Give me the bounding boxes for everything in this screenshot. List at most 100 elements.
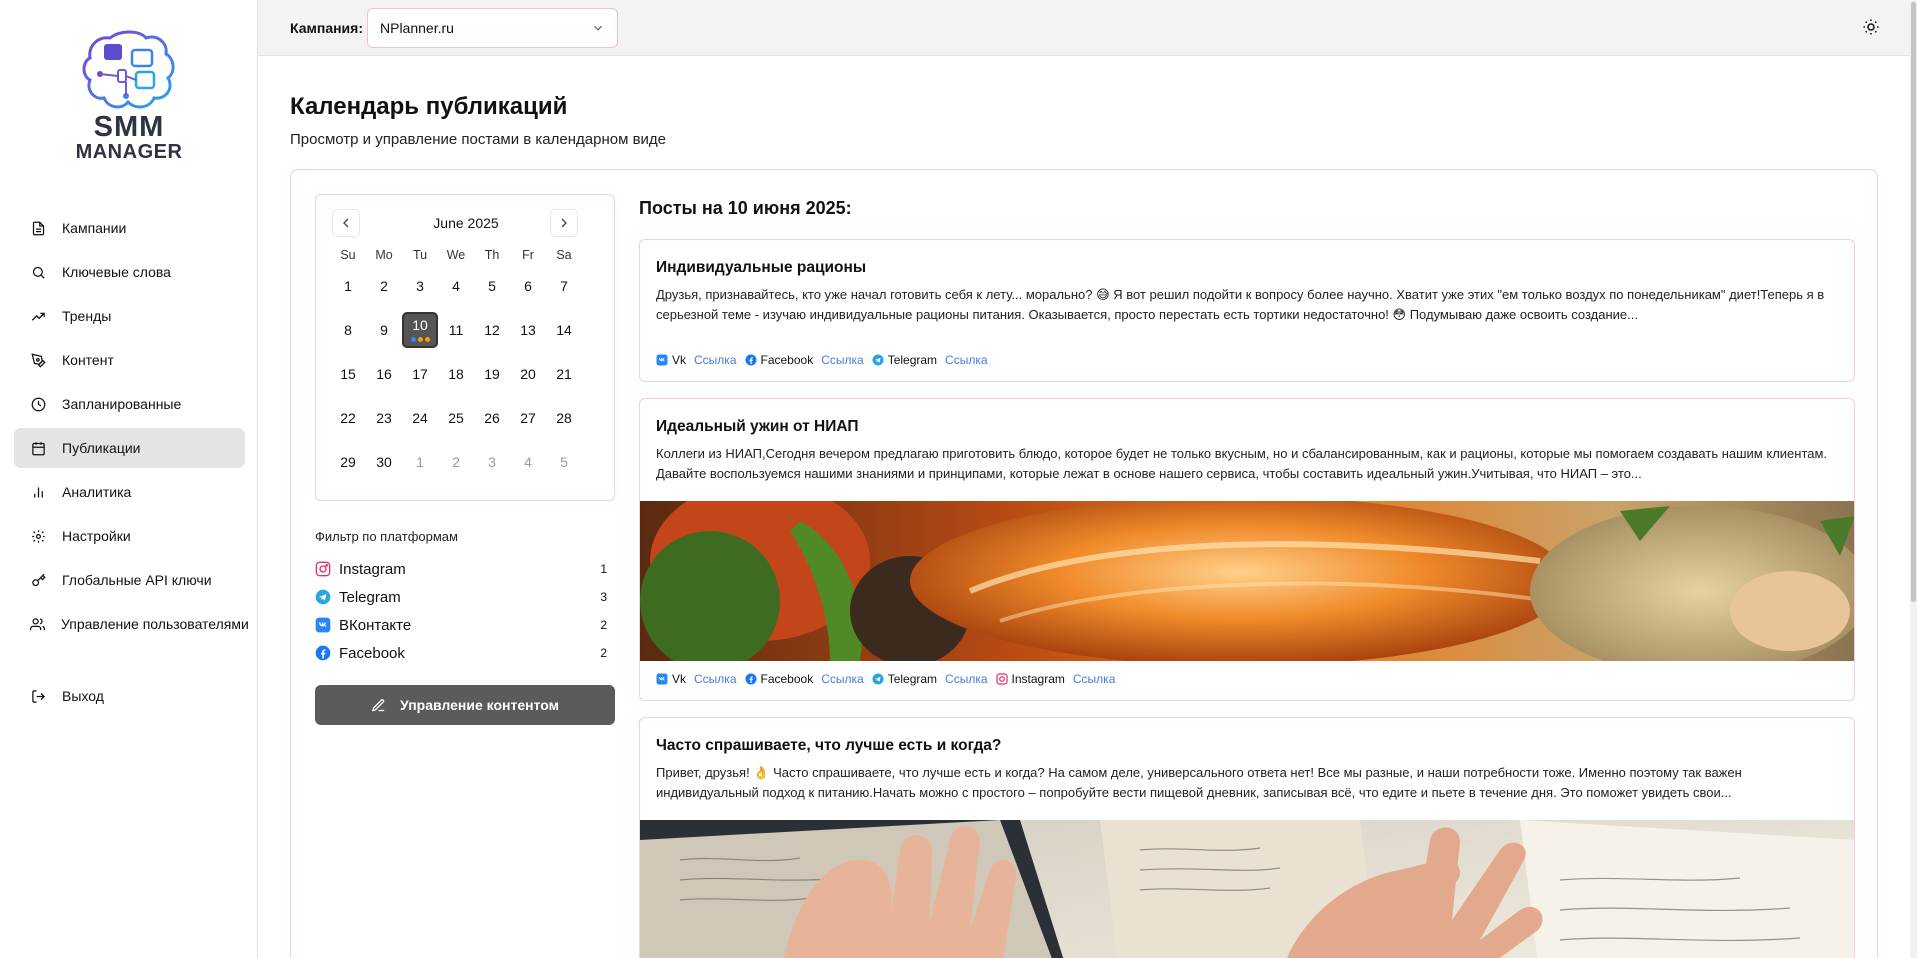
calendar-day-number: 16 xyxy=(376,366,392,382)
sidebar-item-api-keys[interactable]: Глобальные API ключи xyxy=(14,560,245,600)
calendar-day[interactable]: 5 xyxy=(546,444,582,480)
post-link-anchor[interactable]: Ссылка xyxy=(945,353,987,367)
calendar-day[interactable]: 16 xyxy=(366,356,402,392)
calendar-day[interactable]: 3 xyxy=(474,444,510,480)
logout-area: Выход xyxy=(14,676,245,720)
calendar-day[interactable]: 17 xyxy=(402,356,438,392)
app-logo[interactable]: SMM MANAGER xyxy=(62,30,196,170)
facebook-icon xyxy=(745,673,757,685)
campaign-select[interactable]: NPlanner.ru xyxy=(367,8,618,48)
calendar-day[interactable]: 24 xyxy=(402,400,438,436)
post-link-anchor[interactable]: Ссылка xyxy=(821,672,863,686)
calendar-day[interactable]: 9 xyxy=(366,312,402,348)
platform-name: Instagram xyxy=(339,560,406,578)
calendar-day[interactable]: 19 xyxy=(474,356,510,392)
calendar-day[interactable]: 30 xyxy=(366,444,402,480)
weekday-header: Mo xyxy=(375,248,393,262)
calendar-day[interactable]: 2 xyxy=(438,444,474,480)
calendar-day[interactable]: 6 xyxy=(510,268,546,304)
file-text-icon xyxy=(30,220,46,236)
filter-telegram[interactable]: Telegram 3 xyxy=(315,583,615,611)
calendar-day[interactable]: 11 xyxy=(438,312,474,348)
manage-content-button[interactable]: Управление контентом xyxy=(315,685,615,725)
post-link-anchor[interactable]: Ссылка xyxy=(694,672,736,686)
calendar-day[interactable]: 15 xyxy=(330,356,366,392)
users-icon xyxy=(30,616,45,632)
post-link-platform: Facebook xyxy=(760,353,814,367)
calendar-day[interactable]: 2 xyxy=(366,268,402,304)
calendar-day-number: 2 xyxy=(452,454,460,470)
calendar-day-selected[interactable]: 10 xyxy=(402,312,438,348)
calendar-day[interactable]: 25 xyxy=(438,400,474,436)
logout-button[interactable]: Выход xyxy=(14,676,245,716)
post-link-platform: Telegram xyxy=(887,353,938,367)
post-link-telegram: Telegram Ссылка xyxy=(872,672,988,686)
sidebar-item-content[interactable]: Контент xyxy=(14,340,245,380)
post-card[interactable]: Идеальный ужин от НИАП Коллеги из НИАП,С… xyxy=(639,398,1855,701)
calendar-day-number: 9 xyxy=(380,322,388,338)
date-picker: June 2025 Su Mo Tu We Th Fr Sa 1 2 3 4 5 6 7 8 9 10 11 12 1… xyxy=(315,194,615,501)
sidebar-item-analytics[interactable]: Аналитика xyxy=(14,472,245,512)
sidebar-item-keywords[interactable]: Ключевые слова xyxy=(14,252,245,292)
calendar-day[interactable]: 1 xyxy=(402,444,438,480)
sun-icon xyxy=(1862,18,1882,36)
sidebar-item-scheduled[interactable]: Запланированные xyxy=(14,384,245,424)
post-link-platform: Facebook xyxy=(760,672,814,686)
calendar-day[interactable]: 12 xyxy=(474,312,510,348)
filter-vk[interactable]: ВКонтакте 2 xyxy=(315,611,615,639)
calendar-day[interactable]: 1 xyxy=(330,268,366,304)
calendar-day[interactable]: 22 xyxy=(330,400,366,436)
theme-toggle-button[interactable] xyxy=(1862,18,1882,38)
calendar-day[interactable]: 3 xyxy=(402,268,438,304)
scrollbar-thumb[interactable] xyxy=(1911,2,1916,602)
post-link-anchor[interactable]: Ссылка xyxy=(945,672,987,686)
post-link-anchor[interactable]: Ссылка xyxy=(821,353,863,367)
sidebar-item-publications[interactable]: Публикации xyxy=(14,428,245,468)
calendar-day-number: 6 xyxy=(524,278,532,294)
calendar-day[interactable]: 4 xyxy=(510,444,546,480)
calendar-day-number: 14 xyxy=(556,322,572,338)
pen-tool-icon xyxy=(30,352,46,368)
filter-instagram[interactable]: Instagram 1 xyxy=(315,555,615,583)
logout-label: Выход xyxy=(62,688,104,704)
calendar-day-number: 26 xyxy=(484,410,500,426)
post-card[interactable]: Часто спрашиваете, что лучше есть и когд… xyxy=(639,717,1855,958)
post-card[interactable]: Индивидуальные рационы Друзья, признавай… xyxy=(639,239,1855,382)
page-scrollbar[interactable] xyxy=(1910,0,1917,958)
post-link-vk: Vk Ссылка xyxy=(656,672,737,686)
sidebar-item-users[interactable]: Управление пользователями xyxy=(14,604,249,644)
sidebar: SMM MANAGER Кампании Ключевые слова Трен… xyxy=(0,0,258,958)
calendar-day[interactable]: 5 xyxy=(474,268,510,304)
filter-facebook[interactable]: Facebook 2 xyxy=(315,639,615,667)
calendar-day[interactable]: 7 xyxy=(546,268,582,304)
calendar-day[interactable]: 18 xyxy=(438,356,474,392)
calendar-day[interactable]: 14 xyxy=(546,312,582,348)
platform-count: 2 xyxy=(600,618,607,632)
next-month-button[interactable] xyxy=(550,209,578,237)
calendar-day[interactable]: 20 xyxy=(510,356,546,392)
calendar-day-number: 8 xyxy=(344,322,352,338)
telegram-icon xyxy=(872,673,884,685)
sidebar-item-label: Публикации xyxy=(62,440,141,456)
calendar-day[interactable]: 29 xyxy=(330,444,366,480)
calendar-day[interactable]: 13 xyxy=(510,312,546,348)
gear-icon xyxy=(30,528,46,544)
sidebar-item-label: Кампании xyxy=(62,220,127,236)
calendar-day-number: 2 xyxy=(380,278,388,294)
calendar-day[interactable]: 26 xyxy=(474,400,510,436)
vk-icon xyxy=(656,673,668,685)
weekday-header: Th xyxy=(484,248,500,262)
calendar-day-number: 19 xyxy=(484,366,500,382)
sidebar-item-campaigns[interactable]: Кампании xyxy=(14,208,245,248)
calendar-day[interactable]: 8 xyxy=(330,312,366,348)
sidebar-item-trends[interactable]: Тренды xyxy=(14,296,245,336)
calendar-day[interactable]: 4 xyxy=(438,268,474,304)
calendar-day-number: 5 xyxy=(488,278,496,294)
calendar-day[interactable]: 23 xyxy=(366,400,402,436)
post-link-anchor[interactable]: Ссылка xyxy=(694,353,736,367)
calendar-day[interactable]: 27 xyxy=(510,400,546,436)
calendar-day[interactable]: 21 xyxy=(546,356,582,392)
post-link-anchor[interactable]: Ссылка xyxy=(1073,672,1115,686)
sidebar-item-settings[interactable]: Настройки xyxy=(14,516,245,556)
calendar-day[interactable]: 28 xyxy=(546,400,582,436)
